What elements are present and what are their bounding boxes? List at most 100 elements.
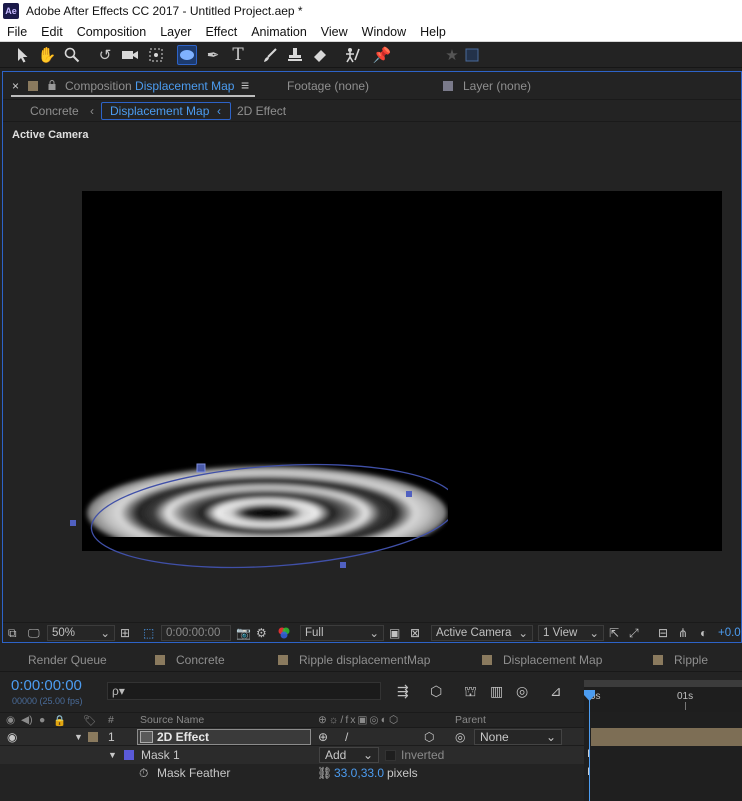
puppet-pin-icon[interactable]: 📌: [372, 45, 392, 65]
panel-menu-icon[interactable]: ≡: [241, 77, 249, 93]
magnification-dropdown[interactable]: 50% ⌄: [47, 625, 115, 641]
current-time-display[interactable]: 0:00:00:00: [161, 625, 231, 641]
pan-behind-tool-icon[interactable]: [146, 45, 166, 65]
inverted-checkbox[interactable]: [385, 747, 396, 763]
twirl-down-icon[interactable]: ▼: [74, 729, 83, 745]
hand-tool-icon[interactable]: ✋: [37, 45, 57, 65]
stopwatch-icon[interactable]: ⏱: [139, 765, 148, 781]
breadcrumb-displacement-map[interactable]: Displacement Map: [101, 102, 231, 120]
ripple-layer-mask[interactable]: [58, 456, 448, 570]
type-tool-icon[interactable]: T: [228, 45, 248, 65]
draft-3d-icon[interactable]: ⬡: [430, 683, 442, 700]
eye-icon[interactable]: ◉: [7, 729, 17, 745]
rotate-tool-icon[interactable]: ↺: [95, 45, 115, 65]
comp-color-swatch: [28, 79, 38, 93]
3d-layer-icon[interactable]: ⬡: [424, 729, 434, 745]
title-bar: Ae Adobe After Effects CC 2017 - Untitle…: [0, 0, 742, 22]
always-preview-icon[interactable]: ⧉: [8, 625, 17, 641]
twirl-down-icon[interactable]: ▼: [108, 747, 117, 763]
view-layout-dropdown[interactable]: 1 View ⌄: [538, 625, 604, 641]
fast-previews-icon[interactable]: ⤢: [629, 625, 639, 641]
clone-stamp-icon[interactable]: [285, 45, 305, 65]
lock-icon[interactable]: [48, 79, 56, 93]
camera-view-dropdown[interactable]: Active Camera ⌄: [431, 625, 533, 641]
camera-tool-icon[interactable]: [120, 45, 140, 65]
inverted-label: Inverted: [401, 748, 445, 762]
layer-column-header: ◉ ◀) ● 🔒 🏷 # Source Name ⊕☼/fx▣◎◐⬡ Paren…: [0, 712, 584, 728]
layer-search-input[interactable]: ρ▾: [107, 682, 381, 700]
grid-icon: [462, 45, 482, 65]
mask-feather-row[interactable]: ⏱ Mask Feather ⛓ 33.0,33.0 pixels: [0, 764, 584, 782]
monitor-icon[interactable]: 🖵: [28, 625, 40, 641]
toggle-pixel-aspect-icon[interactable]: ⇱: [609, 625, 619, 641]
graph-editor-icon[interactable]: ⊿: [550, 683, 562, 700]
ellipse-tool-icon[interactable]: [177, 45, 197, 65]
breadcrumb-chevron-icon: ‹: [217, 104, 221, 118]
menu-window[interactable]: Window: [355, 25, 413, 39]
timeline-current-time[interactable]: 0:00:00:00: [11, 677, 82, 694]
mask-visibility-icon[interactable]: ⬚: [143, 625, 154, 641]
channel-rgb-icon[interactable]: [277, 625, 291, 641]
mask-row[interactable]: ▼ Mask 1 Add ⌄ Inverted: [0, 746, 584, 764]
frame-blending-icon[interactable]: ▥: [490, 683, 503, 700]
layer-label-swatch[interactable]: [88, 729, 98, 745]
breadcrumb-concrete[interactable]: Concrete: [30, 104, 79, 118]
column-source-name[interactable]: Source Name: [140, 714, 204, 726]
hide-shy-layers-icon[interactable]: ⛫: [464, 683, 477, 702]
roto-brush-icon[interactable]: [342, 45, 362, 65]
composition-mini-flowchart-icon[interactable]: ⇶: [397, 683, 409, 700]
quality-switch-icon[interactable]: /: [345, 729, 348, 745]
composition-tab-prefix: Composition: [65, 79, 132, 93]
snapshot-camera-icon[interactable]: 📷: [236, 625, 251, 641]
pen-tool-icon[interactable]: ✒: [203, 45, 223, 65]
shy-switch-icon[interactable]: ⊕: [318, 729, 328, 745]
lock-switch-icon: 🔒: [53, 715, 67, 727]
timeline-icon[interactable]: ⊟: [658, 625, 668, 641]
reset-exposure-icon[interactable]: ◐: [700, 625, 707, 641]
close-icon[interactable]: ×: [12, 79, 19, 93]
tab-displacement-map[interactable]: Displacement Map: [503, 653, 602, 667]
tab-render-queue[interactable]: Render Queue: [28, 653, 107, 667]
menu-edit[interactable]: Edit: [34, 25, 70, 39]
tab-ripple[interactable]: Ripple: [674, 653, 708, 667]
breadcrumb-2d-effect[interactable]: 2D Effect: [237, 104, 286, 118]
work-area-bar[interactable]: [584, 680, 742, 687]
playhead-line[interactable]: [589, 690, 590, 801]
column-parent[interactable]: Parent: [455, 714, 486, 726]
parent-dropdown[interactable]: None ⌄: [474, 729, 562, 745]
menu-animation[interactable]: Animation: [244, 25, 314, 39]
layer-duration-bar[interactable]: [591, 728, 742, 746]
eraser-icon[interactable]: [310, 45, 330, 65]
footage-tab[interactable]: Footage (none): [287, 79, 369, 93]
constrain-link-icon[interactable]: ⛓: [317, 765, 332, 781]
flowchart-icon[interactable]: ⋔: [678, 625, 688, 641]
region-of-interest-icon[interactable]: ▣: [389, 625, 400, 641]
menu-effect[interactable]: Effect: [198, 25, 244, 39]
composition-tab[interactable]: Composition Displacement Map: [65, 79, 234, 93]
menu-help[interactable]: Help: [413, 25, 453, 39]
menu-file[interactable]: File: [0, 25, 34, 39]
pick-whip-icon[interactable]: ◎: [455, 729, 465, 745]
menu-composition[interactable]: Composition: [70, 25, 153, 39]
exposure-value[interactable]: +0.0: [718, 625, 741, 641]
brush-tool-icon[interactable]: [260, 45, 280, 65]
resolution-dropdown[interactable]: Full ⌄: [300, 625, 384, 641]
timeline-track-area[interactable]: [584, 708, 742, 801]
layer-tab[interactable]: Layer (none): [463, 79, 531, 93]
tab-ripple-displacementmap[interactable]: Ripple displacementMap: [299, 653, 430, 667]
selection-tool-icon[interactable]: [13, 45, 33, 65]
table-row[interactable]: ◉ ▼ 1 2D Effect ⊕ / ⬡ ◎ None ⌄: [0, 728, 584, 746]
layer-name[interactable]: 2D Effect: [137, 729, 311, 745]
mask-color-swatch[interactable]: [124, 747, 134, 763]
show-snapshot-icon[interactable]: ⚙: [256, 625, 267, 641]
menu-view[interactable]: View: [314, 25, 355, 39]
menu-layer[interactable]: Layer: [153, 25, 198, 39]
mask-name[interactable]: Mask 1: [141, 747, 180, 763]
transparency-grid-icon[interactable]: ⊠: [410, 625, 420, 641]
mask-mode-dropdown[interactable]: Add ⌄: [319, 747, 379, 763]
tab-concrete[interactable]: Concrete: [176, 653, 225, 667]
choose-grid-icon[interactable]: ⊞: [120, 625, 130, 641]
mask-feather-value[interactable]: 33.0,33.0: [334, 765, 384, 781]
zoom-tool-icon[interactable]: [62, 45, 82, 65]
motion-blur-icon[interactable]: ◎: [516, 683, 528, 700]
